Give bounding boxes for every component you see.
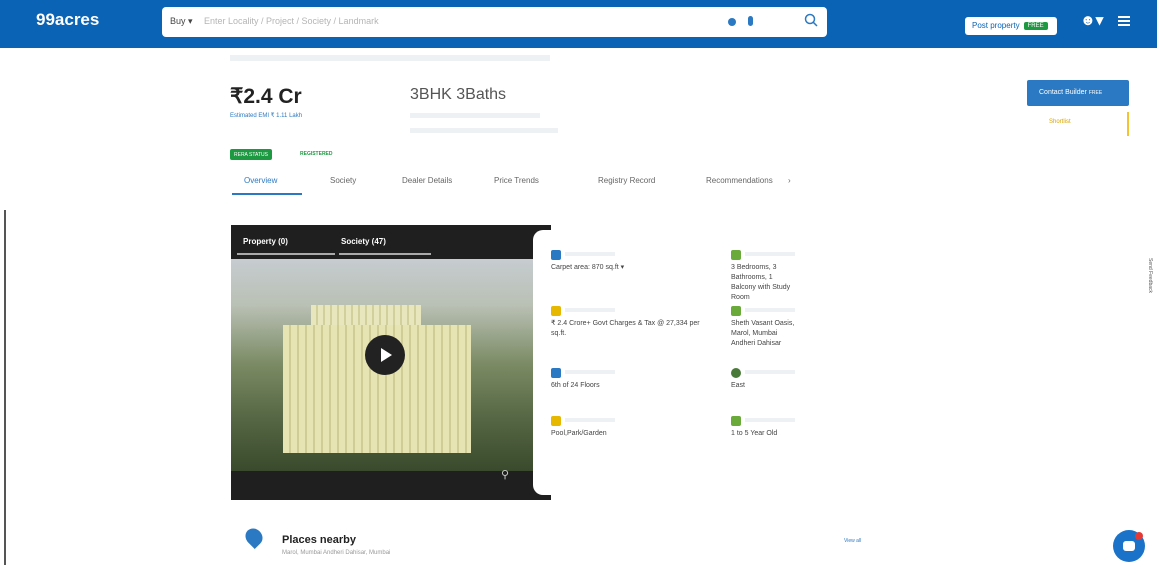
post-property-label: Post property [972, 21, 1020, 30]
view-all-link[interactable]: View all [844, 538, 861, 544]
listing-config: 3BHK 3Baths [410, 86, 507, 103]
detail-value: Pool,Park/Garden [551, 430, 607, 437]
buy-dropdown[interactable]: Buy ▾ [170, 16, 193, 27]
detail-value: 1 to 5 Year Old [731, 430, 778, 437]
address-line [410, 113, 540, 118]
area-icon [551, 250, 561, 260]
facing-icon [731, 368, 741, 378]
search-input[interactable]: Enter Locality / Project / Society / Lan… [204, 16, 379, 26]
tab-registry-record[interactable]: Registry Record [598, 176, 655, 185]
contact-badge: FREE [1088, 90, 1103, 96]
media-tab-property[interactable]: Property (0) [243, 237, 288, 246]
play-icon[interactable] [365, 335, 405, 375]
shortlist-label: Shortlist [1049, 119, 1071, 125]
age-icon [731, 416, 741, 426]
media-gallery[interactable]: Property (0) Society (47) ⚲ [231, 225, 551, 500]
places-title: Places nearby [282, 534, 356, 546]
site-logo[interactable]: 99acres [36, 10, 99, 30]
contact-builder-button[interactable]: Contact Builder FREE [1027, 80, 1129, 106]
zoom-icon[interactable]: ⚲ [501, 468, 509, 481]
address-icon [731, 306, 741, 316]
send-feedback-tab[interactable]: Send Feedback [1147, 258, 1153, 293]
page-edge [4, 210, 6, 565]
detail-value: 3 Bedrooms, 3 Bathrooms, 1 Balcony with … [731, 264, 791, 301]
listing-price: ₹2.4 Cr [230, 85, 302, 108]
address-line-2 [410, 128, 558, 133]
tab-overview[interactable]: Overview [244, 176, 277, 185]
tab-recommendations[interactable]: Recommendations [706, 176, 773, 185]
tab-price-trends[interactable]: Price Trends [494, 176, 539, 185]
rera-status-badge: RERA STATUS [230, 149, 272, 160]
config-icon [731, 250, 741, 260]
search-icon[interactable] [804, 13, 818, 27]
shortlist-button[interactable]: Shortlist [1027, 112, 1129, 136]
top-navbar: 99acres Buy ▾ Enter Locality / Project /… [0, 0, 1157, 48]
tabs-next-chevron[interactable]: › [788, 176, 791, 185]
detail-value[interactable]: Carpet area: 870 sq.ft ▾ [551, 263, 624, 273]
property-details: Carpet area: 870 sq.ft ▾ 3 Bedrooms, 3 B… [533, 230, 800, 495]
tab-bar: Overview Society Dealer Details Price Tr… [230, 170, 805, 196]
places-nearby-section: Places nearby Marol, Mumbai Andheri Dahi… [230, 524, 890, 568]
detail-value: East [731, 382, 746, 389]
free-badge: FREE [1023, 22, 1048, 30]
rera-registered: REGISTERED [300, 151, 333, 157]
tab-society[interactable]: Society [330, 176, 356, 185]
media-tab-society[interactable]: Society (47) [341, 237, 386, 246]
price-icon [551, 306, 561, 316]
menu-icon[interactable] [1118, 16, 1130, 26]
overlooking-icon [551, 416, 561, 426]
post-property-button[interactable]: Post property FREE [965, 17, 1057, 35]
detail-value: Sheth Vasant Oasis, Marol, Mumbai Andher… [731, 320, 795, 347]
floor-icon [551, 368, 561, 378]
breadcrumb [230, 55, 550, 61]
map-pin-icon [241, 524, 267, 550]
user-icon[interactable]: ☻▾ [1080, 11, 1110, 33]
places-subtitle: Marol, Mumbai Andheri Dahisar, Mumbai [282, 550, 391, 556]
media-tab-underline-2 [339, 253, 431, 255]
active-tab-indicator [232, 193, 302, 195]
tab-dealer-details[interactable]: Dealer Details [402, 176, 452, 185]
contact-label: Contact Builder [1039, 89, 1087, 96]
media-tab-underline [237, 253, 335, 255]
mic-icon[interactable] [748, 16, 753, 26]
detail-value: ₹ 2.4 Crore+ Govt Charges & Tax @ 27,334… [551, 320, 700, 337]
search-bar[interactable]: Buy ▾ Enter Locality / Project / Society… [162, 7, 827, 37]
detail-value: 6th of 24 Floors [551, 382, 600, 389]
emi-link[interactable]: Estimated EMI ₹ 1.11 Lakh [230, 112, 302, 119]
location-icon[interactable] [728, 18, 736, 26]
chat-icon[interactable] [1113, 530, 1145, 562]
